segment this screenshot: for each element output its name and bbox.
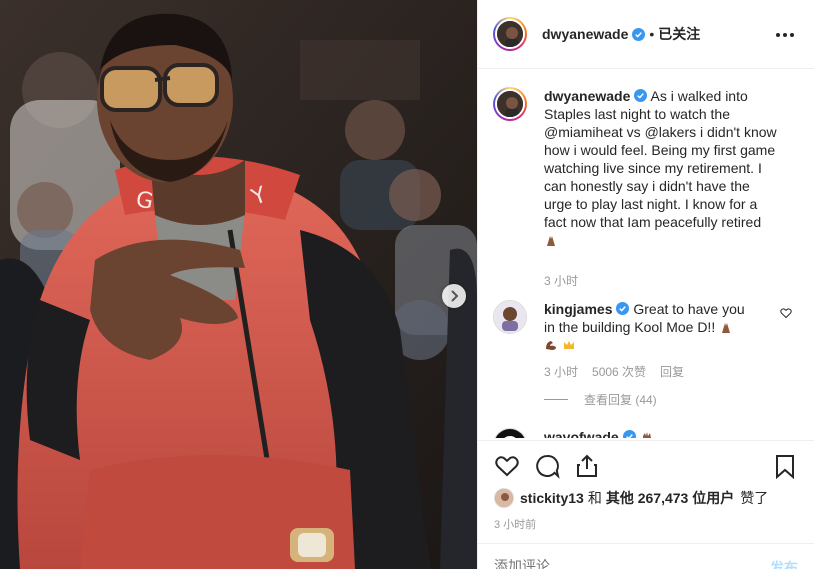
praying-hands-icon	[722, 323, 731, 333]
post-timestamp[interactable]: 3 小时前	[494, 516, 536, 532]
commenter-username[interactable]: kingjames	[544, 301, 612, 317]
crown-icon	[563, 341, 574, 349]
verified-badge-icon	[616, 302, 630, 315]
verified-badge-icon	[632, 27, 646, 41]
avatar-image	[494, 301, 526, 333]
like-heart-icon[interactable]	[494, 453, 520, 479]
caption-text: As i walked into Staples last night to w…	[544, 88, 777, 230]
commenter-avatar[interactable]	[493, 428, 527, 438]
praying-hands-icon	[547, 236, 555, 246]
post-comment-button[interactable]: 发布	[770, 558, 798, 569]
comment-item: kingjames Great to have you in the build…	[493, 300, 798, 381]
add-comment-bar: 发布	[478, 543, 814, 569]
comment-likes[interactable]: 5006 次赞	[592, 363, 646, 381]
waving-hand-icon	[642, 432, 651, 438]
photo-illustration: G Y	[0, 0, 477, 569]
likes-connector: 和	[587, 490, 602, 506]
instagram-post: G Y dwyanewade • 已关注 dwyanewade As i wal…	[0, 0, 814, 569]
comment-bubble-icon[interactable]	[534, 453, 560, 479]
comments-list[interactable]: dwyanewade As i walked into Staples last…	[478, 70, 814, 438]
caption-avatar[interactable]	[493, 87, 527, 121]
action-bar	[478, 440, 814, 490]
post-side-panel: dwyanewade • 已关注 dwyanewade As i walked …	[477, 0, 814, 569]
reply-button[interactable]: 回复	[660, 363, 684, 381]
save-bookmark-icon[interactable]	[772, 453, 798, 479]
caption-time[interactable]: 3 小时	[544, 272, 578, 290]
separator-dot: •	[649, 26, 655, 42]
next-photo-button[interactable]	[442, 284, 466, 308]
likes-suffix: 赞了	[740, 490, 769, 506]
avatar-image	[497, 91, 523, 117]
add-comment-input[interactable]	[494, 558, 734, 569]
comment-item: wavofwade	[493, 428, 798, 438]
other-likers-count[interactable]: 其他 267,473 位用户	[606, 488, 734, 508]
flexed-biceps-icon	[546, 341, 556, 350]
commenter-avatar[interactable]	[493, 300, 527, 334]
caption: dwyanewade As i walked into Staples last…	[493, 87, 798, 290]
verified-badge-icon	[622, 430, 636, 438]
post-header: dwyanewade • 已关注	[478, 0, 814, 69]
following-button[interactable]: 已关注	[658, 24, 700, 44]
author-avatar[interactable]	[493, 17, 527, 51]
comment-time[interactable]: 3 小时	[544, 363, 578, 381]
more-options-icon[interactable]	[776, 25, 796, 45]
author-username[interactable]: dwyanewade	[542, 26, 628, 42]
first-liker-username[interactable]: stickity13	[520, 490, 584, 506]
share-icon[interactable]	[574, 453, 600, 479]
view-replies-button[interactable]: 查看回复 (44)	[544, 391, 798, 408]
chevron-right-icon	[451, 290, 459, 302]
caption-username[interactable]: dwyanewade	[544, 88, 630, 104]
post-photo[interactable]: G Y	[0, 0, 477, 569]
view-replies-label: 查看回复 (44)	[584, 393, 657, 407]
like-comment-heart-icon[interactable]	[780, 307, 792, 319]
avatar-image	[495, 429, 525, 438]
liker-avatar[interactable]	[494, 488, 514, 508]
replies-divider-line	[544, 399, 568, 400]
likes-summary: stickity13 和 其他 267,473 位用户 赞了	[494, 488, 768, 508]
commenter-username[interactable]: wavofwade	[544, 429, 619, 438]
avatar-image	[497, 21, 523, 47]
verified-badge-icon	[634, 89, 648, 102]
